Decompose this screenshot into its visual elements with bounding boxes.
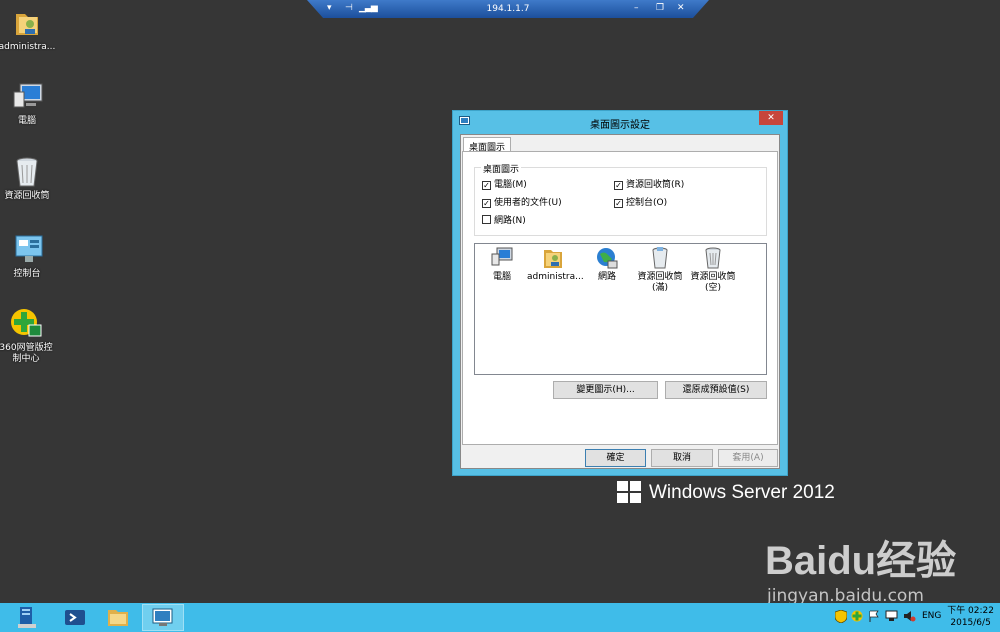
computer-icon: [490, 246, 514, 270]
icon-preview-list[interactable]: 電腦 administra... 網路 資源回收筒 (滿) 資源回收筒 (空): [474, 243, 767, 375]
apply-button[interactable]: 套用(A): [718, 449, 778, 467]
windows-logo-icon: [617, 481, 641, 503]
restore-icon[interactable]: ❐: [656, 3, 664, 13]
tab-desktop-icons[interactable]: 桌面圖示: [463, 137, 512, 153]
close-icon[interactable]: ✕: [677, 3, 685, 13]
recycle-bin-icon: [10, 155, 44, 189]
desktop-icon-label: 360网管版控制中心: [0, 343, 53, 364]
dialog-titlebar[interactable]: 桌面圖示設定 ✕: [453, 111, 787, 131]
list-item-recycle-bin-empty[interactable]: 資源回收筒 (空): [687, 246, 739, 294]
list-item-recycle-bin-full[interactable]: 資源回收筒 (滿): [634, 246, 686, 294]
recycle-bin-empty-icon: [701, 246, 725, 270]
server-manager-button[interactable]: [6, 604, 48, 631]
computer-icon: [10, 80, 44, 114]
checkbox-user-files[interactable]: ✓ 使用者的文件(U): [482, 197, 562, 209]
checkbox-box[interactable]: ✓: [614, 199, 623, 208]
security-shield-icon[interactable]: [834, 609, 848, 626]
checkbox-box[interactable]: ✓: [482, 181, 491, 190]
dialog-title: 桌面圖示設定: [590, 120, 650, 131]
taskbar-clock[interactable]: 下午 02:22 2015/6/5: [947, 605, 994, 629]
network-icon: [595, 246, 619, 270]
desktop-icon-computer[interactable]: 電腦: [0, 80, 58, 127]
desktop-icon-user-folder[interactable]: administra...: [0, 6, 58, 53]
list-item-label: 資源回收筒 (滿): [637, 272, 683, 293]
clock-time: 下午 02:22: [947, 606, 994, 616]
360-shield-icon: [9, 307, 43, 341]
list-item-computer[interactable]: 電腦: [476, 246, 528, 283]
desktop-icon-label: administra...: [0, 42, 56, 52]
checkbox-computer[interactable]: ✓ 電腦(M): [482, 179, 527, 191]
list-item-user-folder[interactable]: administra...: [527, 246, 584, 283]
windows-server-text: Windows Server 2012: [649, 482, 835, 503]
checkbox-box[interactable]: ✓: [482, 199, 491, 208]
server-manager-icon: [18, 607, 36, 628]
taskbar: ENG 下午 02:22 2015/6/5: [0, 603, 1000, 632]
list-item-label: 電腦: [492, 272, 511, 282]
minimize-icon[interactable]: –: [634, 3, 639, 13]
desktop-icon-360-control-center[interactable]: 360网管版控制中心: [0, 307, 57, 365]
list-item-label: 資源回收筒 (空): [690, 272, 736, 293]
powershell-button[interactable]: [54, 604, 96, 631]
folder-icon: [108, 610, 128, 626]
clock-date: 2015/6/5: [950, 618, 991, 628]
checkbox-control-panel[interactable]: ✓ 控制台(O): [614, 197, 667, 209]
user-folder-icon: [10, 6, 44, 40]
tab-panel: 桌面圖示 ✓ 電腦(M) ✓ 資源回收筒(R) ✓ 使用者的文件(U) ✓ 控制台(O)…: [462, 151, 778, 445]
checkbox-box[interactable]: ✓: [614, 181, 623, 190]
network-status-icon[interactable]: [885, 610, 898, 625]
powershell-icon: [65, 610, 85, 625]
desktop-icon-settings-dialog: 桌面圖示設定 ✕ 桌面圖示 桌面圖示 ✓ 電腦(M) ✓ 資源回收筒(R) ✓ 使用者…: [452, 110, 788, 476]
360-tray-icon[interactable]: [851, 610, 863, 625]
desktop-icon-recycle-bin[interactable]: 資源回收筒: [0, 155, 58, 202]
baidu-brand-text: Baidu经验: [765, 539, 957, 583]
list-item-label: 網路: [597, 272, 616, 282]
user-folder-icon: [541, 246, 565, 270]
control-panel-icon: [10, 233, 44, 267]
desktop-icon-control-panel[interactable]: 控制台: [0, 233, 58, 280]
group-title: 桌面圖示: [481, 162, 522, 175]
desktop-icons-group: 桌面圖示 ✓ 電腦(M) ✓ 資源回收筒(R) ✓ 使用者的文件(U) ✓ 控制台(O)…: [474, 162, 767, 236]
desktop-icon-settings-taskbar-button[interactable]: [142, 604, 184, 631]
baidu-watermark: Baidu经验 jingyan.baidu.com: [765, 528, 957, 606]
desktop-icon-label: 控制台: [13, 269, 41, 279]
cancel-button[interactable]: 取消: [651, 449, 713, 467]
dialog-close-button[interactable]: ✕: [759, 111, 783, 125]
list-item-network[interactable]: 網路: [581, 246, 633, 283]
checkbox-recycle-bin[interactable]: ✓ 資源回收筒(R): [614, 179, 684, 191]
dialog-body: 桌面圖示 桌面圖示 ✓ 電腦(M) ✓ 資源回收筒(R) ✓ 使用者的文件(U) ✓ 控…: [460, 134, 780, 469]
change-icon-button[interactable]: 變更圖示(H)...: [553, 381, 658, 399]
remote-host-title: 194.1.1.7: [486, 4, 530, 14]
desktop-settings-icon: [152, 608, 173, 626]
checkbox-box[interactable]: [482, 215, 491, 224]
checkbox-network[interactable]: 網路(N): [482, 215, 526, 227]
volume-muted-icon[interactable]: [903, 610, 916, 625]
flag-icon[interactable]: [868, 610, 880, 625]
ok-button[interactable]: 確定: [585, 449, 646, 467]
file-explorer-button[interactable]: [97, 604, 139, 631]
restore-default-button[interactable]: 還原成預設值(S): [665, 381, 767, 399]
desktop-icon-label: 資源回收筒: [4, 191, 50, 201]
remote-connection-bar: ▾ ⊣ ▁▃▅ 194.1.1.7 – ❐ ✕: [307, 0, 709, 18]
language-indicator[interactable]: ENG: [922, 611, 941, 621]
list-item-label: administra...: [527, 272, 584, 282]
desktop-icon-label: 電腦: [17, 116, 36, 126]
recycle-bin-full-icon: [648, 246, 672, 270]
